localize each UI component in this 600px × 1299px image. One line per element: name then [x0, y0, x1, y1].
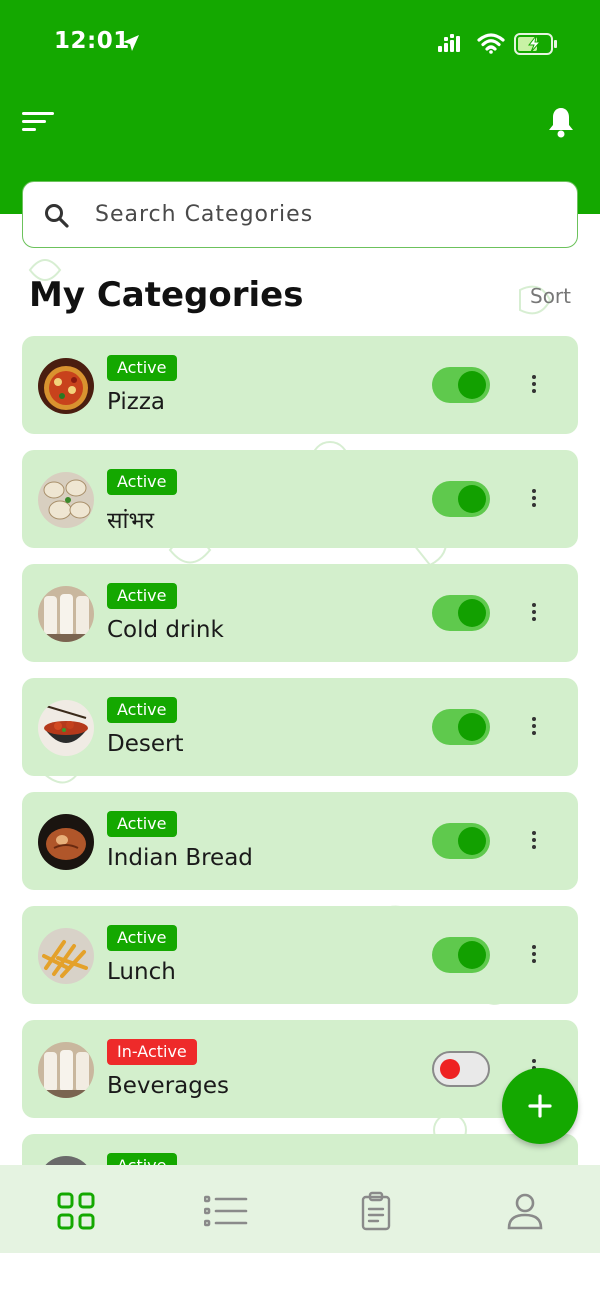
- glasses-thumbnail: [38, 1042, 94, 1098]
- search-icon: [45, 204, 69, 228]
- location-arrow-icon: [123, 35, 139, 51]
- fries-thumbnail: [38, 928, 94, 984]
- more-options-icon[interactable]: [522, 828, 546, 856]
- menu-lines-icon[interactable]: [22, 110, 56, 134]
- home-indicator-area: [0, 1253, 600, 1299]
- status-toggle[interactable]: [432, 595, 490, 631]
- status-badge: Active: [107, 583, 177, 609]
- category-card[interactable]: Active Desert: [22, 678, 578, 776]
- status-badge: In-Active: [107, 1039, 197, 1065]
- search-input[interactable]: [95, 182, 555, 246]
- category-name: Pizza: [107, 389, 165, 415]
- plus-icon: [528, 1094, 552, 1118]
- battery-charging-icon: [514, 33, 557, 55]
- status-badge: Active: [107, 697, 177, 723]
- category-card[interactable]: Active सांभर: [22, 450, 578, 548]
- status-toggle[interactable]: [432, 709, 490, 745]
- pizza-thumbnail: [38, 358, 94, 414]
- status-time: 12:01: [54, 28, 130, 54]
- category-card[interactable]: Active Cold drink: [22, 564, 578, 662]
- clipboard-icon[interactable]: [356, 1191, 396, 1231]
- glasses-thumbnail: [38, 586, 94, 642]
- search-bar: [22, 181, 578, 248]
- category-name: सांभर: [107, 508, 155, 534]
- bell-icon[interactable]: [546, 106, 576, 138]
- status-badge: Active: [107, 355, 177, 381]
- add-category-button[interactable]: [502, 1068, 578, 1144]
- more-options-icon[interactable]: [522, 372, 546, 400]
- more-options-icon[interactable]: [522, 486, 546, 514]
- category-name: Indian Bread: [107, 845, 253, 871]
- sort-button[interactable]: Sort: [530, 284, 571, 308]
- status-toggle[interactable]: [432, 1051, 490, 1087]
- more-options-icon[interactable]: [522, 600, 546, 628]
- profile-icon[interactable]: [505, 1191, 545, 1231]
- bottom-navigation: [0, 1165, 600, 1253]
- more-options-icon[interactable]: [522, 714, 546, 742]
- category-name: Desert: [107, 731, 184, 757]
- status-toggle[interactable]: [432, 937, 490, 973]
- grid-icon[interactable]: [56, 1191, 96, 1231]
- cellular-signal-icon: [438, 34, 460, 52]
- list-icon[interactable]: [204, 1191, 248, 1231]
- category-name: Lunch: [107, 959, 176, 985]
- status-badge: Active: [107, 811, 177, 837]
- category-card[interactable]: In-Active Beverages: [22, 1020, 578, 1118]
- status-toggle[interactable]: [432, 481, 490, 517]
- status-toggle[interactable]: [432, 823, 490, 859]
- more-options-icon[interactable]: [522, 942, 546, 970]
- wifi-icon: [477, 33, 505, 54]
- category-name: Cold drink: [107, 617, 224, 643]
- category-card[interactable]: Active Indian Bread: [22, 792, 578, 890]
- page-title: My Categories: [29, 275, 304, 315]
- category-card[interactable]: Active Pizza: [22, 336, 578, 434]
- bread-thumbnail: [38, 814, 94, 870]
- status-badge: Active: [107, 925, 177, 951]
- bowl-thumbnail: [38, 700, 94, 756]
- dumplings-thumbnail: [38, 472, 94, 528]
- category-card[interactable]: Active Lunch: [22, 906, 578, 1004]
- category-name: Beverages: [107, 1073, 229, 1099]
- status-toggle[interactable]: [432, 367, 490, 403]
- status-badge: Active: [107, 469, 177, 495]
